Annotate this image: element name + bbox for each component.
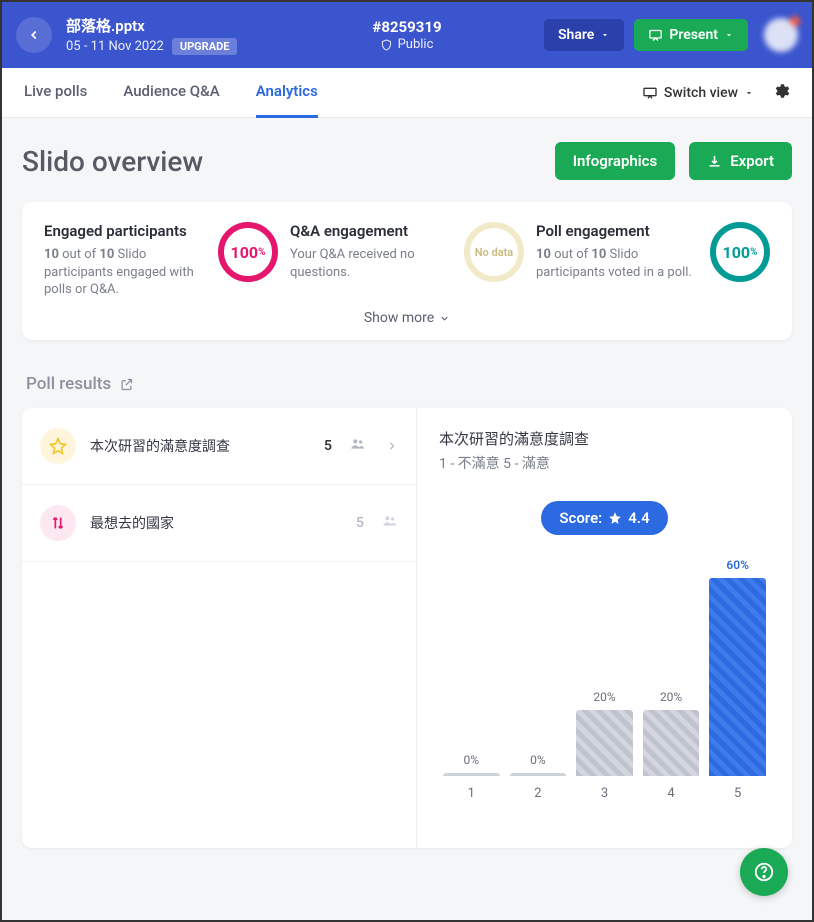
app-header: 部落格.pptx 05 - 11 Nov 2022 UPGRADE #82593… (2, 2, 812, 68)
bar-category-label: 3 (601, 786, 608, 801)
caret-down-icon (600, 30, 610, 40)
star-fill-icon (608, 511, 622, 525)
overview-card: Engaged participants 10 out of 10 Slido … (22, 202, 792, 340)
header-left: 部落格.pptx 05 - 11 Nov 2022 UPGRADE (66, 15, 237, 55)
engaged-ring: 100% (218, 222, 278, 282)
people-icon (382, 513, 398, 533)
export-button[interactable]: Export (689, 142, 792, 180)
date-range: 05 - 11 Nov 2022 (66, 39, 164, 54)
metric-title: Poll engagement (536, 222, 710, 240)
metric-qa: Q&A engagement Your Q&A received no ques… (290, 222, 524, 292)
bar-category-label: 1 (468, 786, 475, 801)
bar-rect (576, 710, 633, 776)
tab-analytics[interactable]: Analytics (256, 68, 318, 118)
chevron-down-icon (439, 313, 450, 324)
bar-value-label: 0% (464, 753, 480, 767)
poll-item-count: 5 (356, 515, 364, 531)
share-label: Share (558, 27, 594, 43)
header-right: Share Present (544, 18, 798, 52)
chart-bar: 60% 5 (709, 558, 766, 801)
chart-bar: 0% 1 (443, 753, 500, 801)
page-title: Slido overview (22, 145, 203, 178)
upgrade-badge[interactable]: UPGRADE (172, 38, 238, 55)
score-pill: Score: 4.4 (541, 501, 667, 535)
caret-down-icon (744, 88, 754, 98)
chevron-right-icon (386, 437, 398, 456)
show-more-button[interactable]: Show more (44, 292, 770, 340)
external-link-icon[interactable] (119, 377, 134, 392)
poll-item-ranking[interactable]: 最想去的國家 5 (22, 485, 416, 562)
bar-category-label: 4 (667, 786, 674, 801)
poll-item-label: 本次研習的滿意度調查 (90, 436, 310, 456)
metric-poll: Poll engagement 10 out of 10 Slido parti… (536, 222, 770, 292)
star-icon (40, 428, 76, 464)
header-center: #8259319 Public (372, 18, 441, 52)
chart-area: 0%10%220%320%460%5 (439, 571, 770, 801)
poll-panel: 本次研習的滿意度調查 5 最想去的國家 5 本次研習的滿意度調查 1 - 不滿意… (22, 408, 792, 848)
poll-item-rating[interactable]: 本次研習的滿意度調查 5 (22, 408, 416, 485)
event-id: #8259319 (372, 18, 441, 36)
back-button[interactable] (16, 17, 52, 53)
present-button[interactable]: Present (634, 19, 748, 51)
settings-button[interactable] (772, 82, 790, 104)
poll-ring: 100% (710, 222, 770, 282)
bar-value-label: 60% (726, 558, 749, 572)
caret-down-icon (724, 30, 734, 40)
switch-view-button[interactable]: Switch view (642, 85, 754, 101)
metric-title: Q&A engagement (290, 222, 464, 240)
shield-icon (381, 39, 393, 51)
avatar[interactable] (764, 18, 798, 52)
poll-detail: 本次研習的滿意度調查 1 - 不滿意 5 - 滿意 Score: 4.4 0% 1… (417, 408, 792, 848)
bar-rect (443, 773, 500, 776)
bar-category-label: 2 (534, 786, 541, 801)
tab-audience-qa[interactable]: Audience Q&A (123, 68, 219, 118)
chevron-left-icon (27, 28, 41, 42)
help-button[interactable] (740, 848, 788, 896)
sort-icon (40, 505, 76, 541)
metric-desc: 10 out of 10 Slido participants engaged … (44, 246, 218, 299)
metric-desc: Your Q&A received no questions. (290, 246, 464, 281)
download-icon (707, 154, 722, 169)
metric-title: Engaged participants (44, 222, 218, 240)
presentation-icon (648, 28, 663, 43)
poll-list: 本次研習的滿意度調查 5 最想去的國家 5 (22, 408, 417, 848)
visibility-label: Public (398, 37, 434, 52)
present-label: Present (669, 27, 718, 43)
bar-value-label: 0% (530, 753, 546, 767)
switch-view-label: Switch view (664, 85, 738, 101)
poll-results-header: Poll results (26, 374, 792, 394)
chart-bar: 0% 2 (510, 753, 567, 801)
bar-category-label: 5 (734, 786, 741, 801)
poll-detail-subtitle: 1 - 不滿意 5 - 滿意 (439, 453, 770, 473)
bar-value-label: 20% (660, 690, 682, 704)
qa-ring: No data (464, 222, 524, 282)
tab-bar: Live polls Audience Q&A Analytics Switch… (2, 68, 812, 118)
bar-value-label: 20% (593, 690, 615, 704)
metric-desc: 10 out of 10 Slido participants voted in… (536, 246, 710, 281)
poll-item-count: 5 (324, 438, 332, 454)
chart-bar: 20% 4 (643, 690, 700, 801)
infographics-button[interactable]: Infographics (555, 142, 676, 180)
presentation-outline-icon (642, 85, 658, 101)
metric-engaged: Engaged participants 10 out of 10 Slido … (44, 222, 278, 292)
people-icon (350, 436, 366, 456)
bar-rect (643, 710, 700, 776)
poll-detail-title: 本次研習的滿意度調查 (439, 428, 770, 449)
help-icon (753, 861, 775, 883)
file-title: 部落格.pptx (66, 15, 145, 36)
poll-item-label: 最想去的國家 (90, 513, 342, 533)
share-button[interactable]: Share (544, 19, 624, 51)
tab-live-polls[interactable]: Live polls (24, 68, 87, 118)
gear-icon (772, 82, 790, 100)
chart-bar: 20% 3 (576, 690, 633, 801)
bar-rect (510, 773, 567, 776)
content-area: Slido overview Infographics Export Engag… (2, 118, 812, 872)
bar-rect (709, 578, 766, 776)
